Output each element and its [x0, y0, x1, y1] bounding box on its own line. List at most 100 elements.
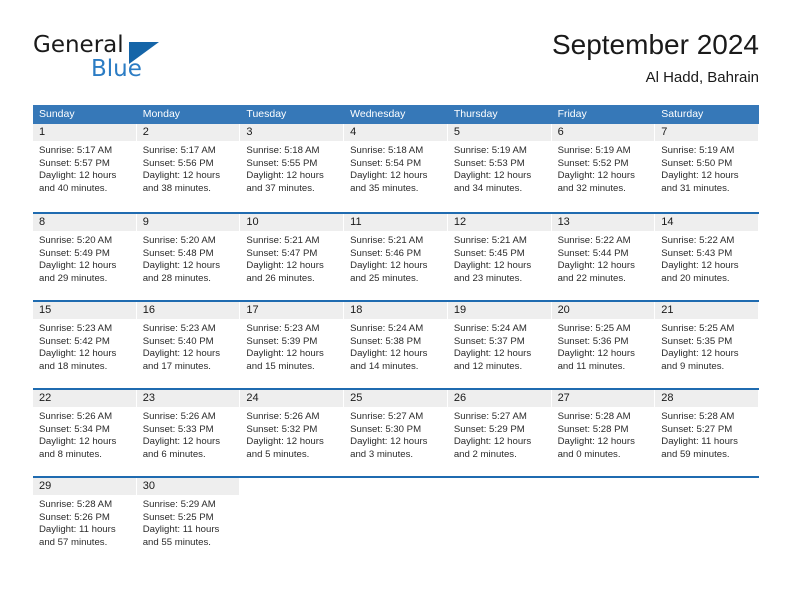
sunset-text: Sunset: 5:39 PM: [246, 335, 318, 347]
day-cell[interactable]: 25 Sunrise: 5:27 AM Sunset: 5:30 PM Dayligh…: [344, 390, 448, 476]
day-details: [448, 495, 551, 499]
day-cell[interactable]: 15 Sunrise: 5:23 AM Sunset: 5:42 PM Dayligh…: [33, 302, 137, 388]
day-cell[interactable]: 13 Sunrise: 5:22 AM Sunset: 5:44 PM Dayligh…: [551, 214, 656, 300]
day-number: 22: [33, 390, 136, 407]
weekday-header-tuesday: Tuesday: [246, 108, 287, 120]
day-cell[interactable]: 21 Sunrise: 5:25 AM Sunset: 5:35 PM Dayligh…: [655, 302, 759, 388]
day-details: Sunrise: 5:22 AM Sunset: 5:43 PM Daylight:…: [655, 231, 758, 285]
day-cell[interactable]: 28 Sunrise: 5:28 AM Sunset: 5:27 PM Dayligh…: [655, 390, 759, 476]
day-number: [655, 478, 758, 495]
day-cell[interactable]: 10 Sunrise: 5:21 AM Sunset: 5:47 PM Dayligh…: [240, 214, 345, 300]
day-details: [552, 495, 655, 499]
weekday-header-monday: Monday: [142, 108, 181, 120]
day-details: Sunrise: 5:17 AM Sunset: 5:57 PM Daylight:…: [33, 141, 136, 195]
sunset-text: Sunset: 5:46 PM: [350, 247, 422, 259]
day-number: 16: [136, 302, 240, 319]
day-details: Sunrise: 5:26 AM Sunset: 5:32 PM Daylight:…: [240, 407, 343, 461]
sunset-text: Sunset: 5:54 PM: [350, 157, 422, 169]
sunset-text: Sunset: 5:35 PM: [661, 335, 733, 347]
calendar-week-row: 29 Sunrise: 5:28 AM Sunset: 5:26 PM Dayligh…: [33, 476, 759, 564]
day-number: 28: [655, 390, 758, 407]
daylight-text: Daylight: 12 hours and 18 minutes.: [39, 348, 117, 372]
sunset-text: Sunset: 5:27 PM: [661, 423, 733, 435]
logo-text-general: General: [33, 32, 124, 58]
daylight-text: Daylight: 12 hours and 6 minutes.: [142, 436, 221, 460]
day-number: 11: [344, 214, 447, 231]
page-header: General Blue September 2024 Al Hadd, Bah…: [33, 28, 759, 96]
day-cell[interactable]: 18 Sunrise: 5:24 AM Sunset: 5:38 PM Dayligh…: [344, 302, 448, 388]
day-cell[interactable]: 16 Sunrise: 5:23 AM Sunset: 5:40 PM Dayligh…: [136, 302, 241, 388]
sunrise-text: Sunrise: 5:26 AM: [246, 411, 320, 422]
calendar-week-row: 1 Sunrise: 5:17 AM Sunset: 5:57 PM Daylight…: [33, 124, 759, 212]
sunrise-text: Sunrise: 5:17 AM: [39, 145, 113, 156]
day-cell[interactable]: 24 Sunrise: 5:26 AM Sunset: 5:32 PM Dayligh…: [240, 390, 345, 476]
sunrise-text: Sunrise: 5:19 AM: [661, 145, 735, 156]
day-cell[interactable]: 8 Sunrise: 5:20 AM Sunset: 5:49 PM Daylight…: [33, 214, 137, 300]
day-number: 20: [551, 302, 655, 319]
day-number: 18: [344, 302, 447, 319]
day-details: Sunrise: 5:22 AM Sunset: 5:44 PM Daylight:…: [552, 231, 655, 285]
day-details: Sunrise: 5:19 AM Sunset: 5:53 PM Daylight:…: [448, 141, 551, 195]
day-number: 13: [551, 214, 655, 231]
day-cell-empty: [655, 478, 759, 564]
daylight-text: Daylight: 12 hours and 14 minutes.: [350, 348, 428, 372]
day-cell[interactable]: 6 Sunrise: 5:19 AM Sunset: 5:52 PM Daylight…: [551, 124, 656, 212]
day-cell[interactable]: 20 Sunrise: 5:25 AM Sunset: 5:36 PM Dayligh…: [551, 302, 656, 388]
day-number: 21: [655, 302, 758, 319]
daylight-text: Daylight: 11 hours and 55 minutes.: [142, 524, 220, 548]
daylight-text: Daylight: 12 hours and 9 minutes.: [661, 348, 739, 372]
sunrise-text: Sunrise: 5:27 AM: [453, 411, 527, 422]
calendar-week-row: 8 Sunrise: 5:20 AM Sunset: 5:49 PM Daylight…: [33, 212, 759, 300]
day-cell[interactable]: 12 Sunrise: 5:21 AM Sunset: 5:45 PM Dayligh…: [447, 214, 552, 300]
day-cell[interactable]: 17 Sunrise: 5:23 AM Sunset: 5:39 PM Dayligh…: [240, 302, 345, 388]
sunset-text: Sunset: 5:34 PM: [39, 423, 110, 435]
day-details: Sunrise: 5:25 AM Sunset: 5:36 PM Daylight:…: [552, 319, 655, 373]
day-cell-empty: [344, 478, 448, 564]
day-details: Sunrise: 5:28 AM Sunset: 5:27 PM Daylight:…: [655, 407, 758, 461]
day-cell[interactable]: 11 Sunrise: 5:21 AM Sunset: 5:46 PM Dayligh…: [344, 214, 448, 300]
daylight-text: Daylight: 12 hours and 22 minutes.: [557, 260, 635, 284]
day-cell[interactable]: 2 Sunrise: 5:17 AM Sunset: 5:56 PM Daylight…: [136, 124, 241, 212]
location-subtitle: Al Hadd, Bahrain: [645, 69, 759, 86]
day-cell[interactable]: 26 Sunrise: 5:27 AM Sunset: 5:29 PM Dayligh…: [447, 390, 552, 476]
day-number: 19: [447, 302, 551, 319]
sunrise-text: Sunrise: 5:18 AM: [246, 145, 320, 156]
day-cell[interactable]: 14 Sunrise: 5:22 AM Sunset: 5:43 PM Dayligh…: [655, 214, 759, 300]
day-cell[interactable]: 9 Sunrise: 5:20 AM Sunset: 5:48 PM Daylight…: [136, 214, 241, 300]
daylight-text: Daylight: 12 hours and 32 minutes.: [557, 170, 635, 194]
day-cell[interactable]: 30 Sunrise: 5:29 AM Sunset: 5:25 PM Dayligh…: [136, 478, 241, 564]
day-cell[interactable]: 27 Sunrise: 5:28 AM Sunset: 5:28 PM Dayligh…: [551, 390, 656, 476]
sunrise-text: Sunrise: 5:20 AM: [39, 235, 113, 246]
day-cell[interactable]: 3 Sunrise: 5:18 AM Sunset: 5:55 PM Daylight…: [240, 124, 345, 212]
day-cell[interactable]: 7 Sunrise: 5:19 AM Sunset: 5:50 PM Daylight…: [655, 124, 759, 212]
daylight-text: Daylight: 12 hours and 8 minutes.: [39, 436, 117, 460]
sunset-text: Sunset: 5:42 PM: [39, 335, 110, 347]
day-cell[interactable]: 1 Sunrise: 5:17 AM Sunset: 5:57 PM Daylight…: [33, 124, 137, 212]
day-cell[interactable]: 5 Sunrise: 5:19 AM Sunset: 5:53 PM Daylight…: [447, 124, 552, 212]
page-title: September 2024: [551, 29, 759, 60]
generalblue-logo[interactable]: General Blue: [33, 32, 253, 90]
daylight-text: Daylight: 12 hours and 26 minutes.: [246, 260, 324, 284]
sunrise-text: Sunrise: 5:19 AM: [453, 145, 527, 156]
sunrise-text: Sunrise: 5:28 AM: [661, 411, 735, 422]
sunrise-text: Sunrise: 5:26 AM: [142, 411, 216, 422]
sunset-text: Sunset: 5:48 PM: [142, 247, 214, 259]
day-cell[interactable]: 29 Sunrise: 5:28 AM Sunset: 5:26 PM Dayligh…: [33, 478, 137, 564]
day-cell[interactable]: 22 Sunrise: 5:26 AM Sunset: 5:34 PM Dayligh…: [33, 390, 137, 476]
logo-text-blue: Blue: [91, 56, 142, 82]
day-details: Sunrise: 5:21 AM Sunset: 5:45 PM Daylight:…: [448, 231, 551, 285]
day-number: 15: [33, 302, 136, 319]
calendar-week-row: 15 Sunrise: 5:23 AM Sunset: 5:42 PM Dayligh…: [33, 300, 759, 388]
sunset-text: Sunset: 5:28 PM: [557, 423, 629, 435]
day-details: Sunrise: 5:25 AM Sunset: 5:35 PM Daylight:…: [655, 319, 758, 373]
day-number: 3: [240, 124, 344, 141]
calendar-page: General Blue September 2024 Al Hadd, Bah…: [0, 0, 792, 612]
sunrise-text: Sunrise: 5:28 AM: [557, 411, 631, 422]
daylight-text: Daylight: 12 hours and 25 minutes.: [350, 260, 428, 284]
day-details: Sunrise: 5:21 AM Sunset: 5:47 PM Daylight:…: [240, 231, 343, 285]
sunrise-text: Sunrise: 5:21 AM: [246, 235, 320, 246]
day-cell[interactable]: 4 Sunrise: 5:18 AM Sunset: 5:54 PM Daylight…: [344, 124, 448, 212]
day-cell[interactable]: 19 Sunrise: 5:24 AM Sunset: 5:37 PM Dayligh…: [447, 302, 552, 388]
day-cell[interactable]: 23 Sunrise: 5:26 AM Sunset: 5:33 PM Dayligh…: [136, 390, 241, 476]
day-cell-empty: [448, 478, 552, 564]
